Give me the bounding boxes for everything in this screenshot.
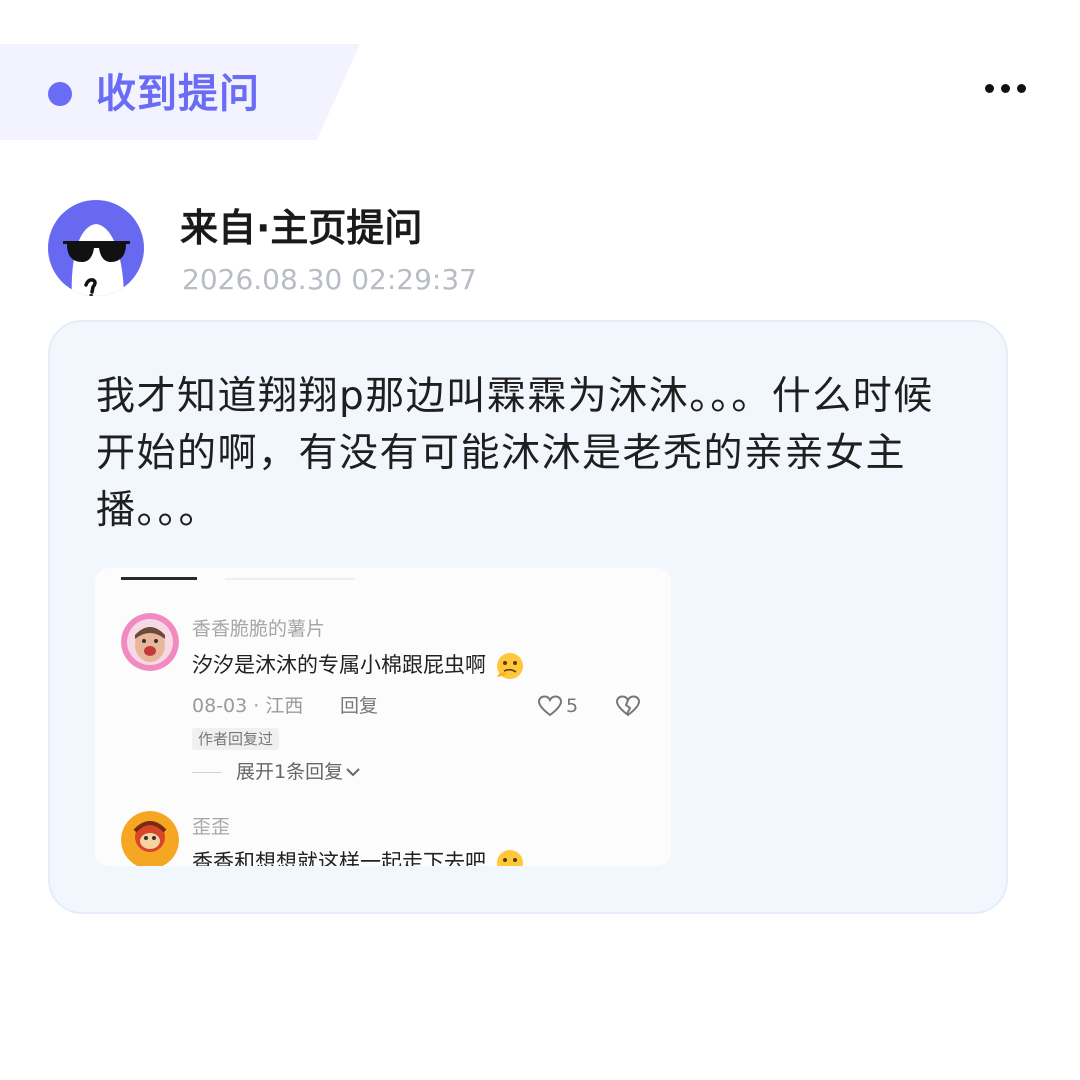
comment-text-content: 汐汐是沐沐的专属小棉跟屁虫啊 [192, 653, 486, 677]
sender-name: 来自·主页提问 [180, 206, 423, 250]
comment-meta: 08-03 · 江西 [192, 694, 303, 718]
question-page: 收到提问 来自·主页提问 2026.08.30 02:29:37 我才知道翔翔p… [0, 0, 1080, 1080]
attached-screenshot[interactable]: 香香脆脆的薯片 汐汐是沐沐的专属小棉跟屁虫啊 08-03 · 江西 回复 5 作… [95, 568, 671, 866]
thinking-emoji-icon [496, 653, 523, 679]
tab-faint-line [225, 578, 355, 580]
expand-divider [192, 771, 222, 773]
meta-separator: · [253, 695, 260, 717]
like-count: 5 [566, 695, 579, 717]
more-options-button[interactable] [985, 84, 1026, 93]
like-button[interactable]: 5 [537, 694, 578, 718]
comment-date: 08-03 [192, 695, 248, 717]
sender-timestamp: 2026.08.30 02:29:37 [182, 263, 477, 296]
comment-location: 江西 [265, 695, 304, 717]
comment-text: 香香和想想就这样一起走下去吧 [192, 848, 527, 866]
comment-text: 汐汐是沐沐的专属小棉跟屁虫啊 [192, 651, 527, 681]
expand-replies-label: 展开1条回复 [236, 761, 344, 783]
broken-heart-icon [615, 695, 641, 717]
sunglasses-face-icon [63, 224, 130, 296]
header-dot-icon [48, 82, 72, 106]
reply-button[interactable]: 回复 [340, 694, 378, 718]
more-icon-dot [1001, 84, 1010, 93]
question-text: 我才知道翔翔p那边叫霖霖为沐沐。。。什么时候开始的啊，有没有可能沐沐是老秃的亲亲… [96, 374, 934, 533]
dislike-button[interactable] [615, 694, 641, 722]
more-icon-dot [985, 84, 994, 93]
avatar-monkey-icon [121, 811, 179, 866]
author-replied-badge: 作者回复过 [192, 728, 280, 750]
comment-text-content: 香香和想想就这样一起走下去吧 [192, 850, 486, 866]
comment-avatar[interactable] [121, 811, 179, 866]
more-icon-dot [1017, 84, 1026, 93]
emoji-icon [496, 850, 523, 866]
chevron-down-icon [346, 768, 360, 777]
comment-username[interactable]: 歪歪 [192, 815, 230, 839]
comment-avatar[interactable] [121, 613, 179, 671]
expand-replies-button[interactable]: 展开1条回复 [192, 760, 363, 784]
comment-username[interactable]: 香香脆脆的薯片 [192, 617, 325, 641]
tab-indicator [121, 577, 197, 580]
page-title: 收到提问 [96, 71, 260, 117]
avatar-face-icon [121, 613, 179, 671]
heart-icon [537, 695, 563, 717]
sender-avatar[interactable] [48, 200, 144, 296]
